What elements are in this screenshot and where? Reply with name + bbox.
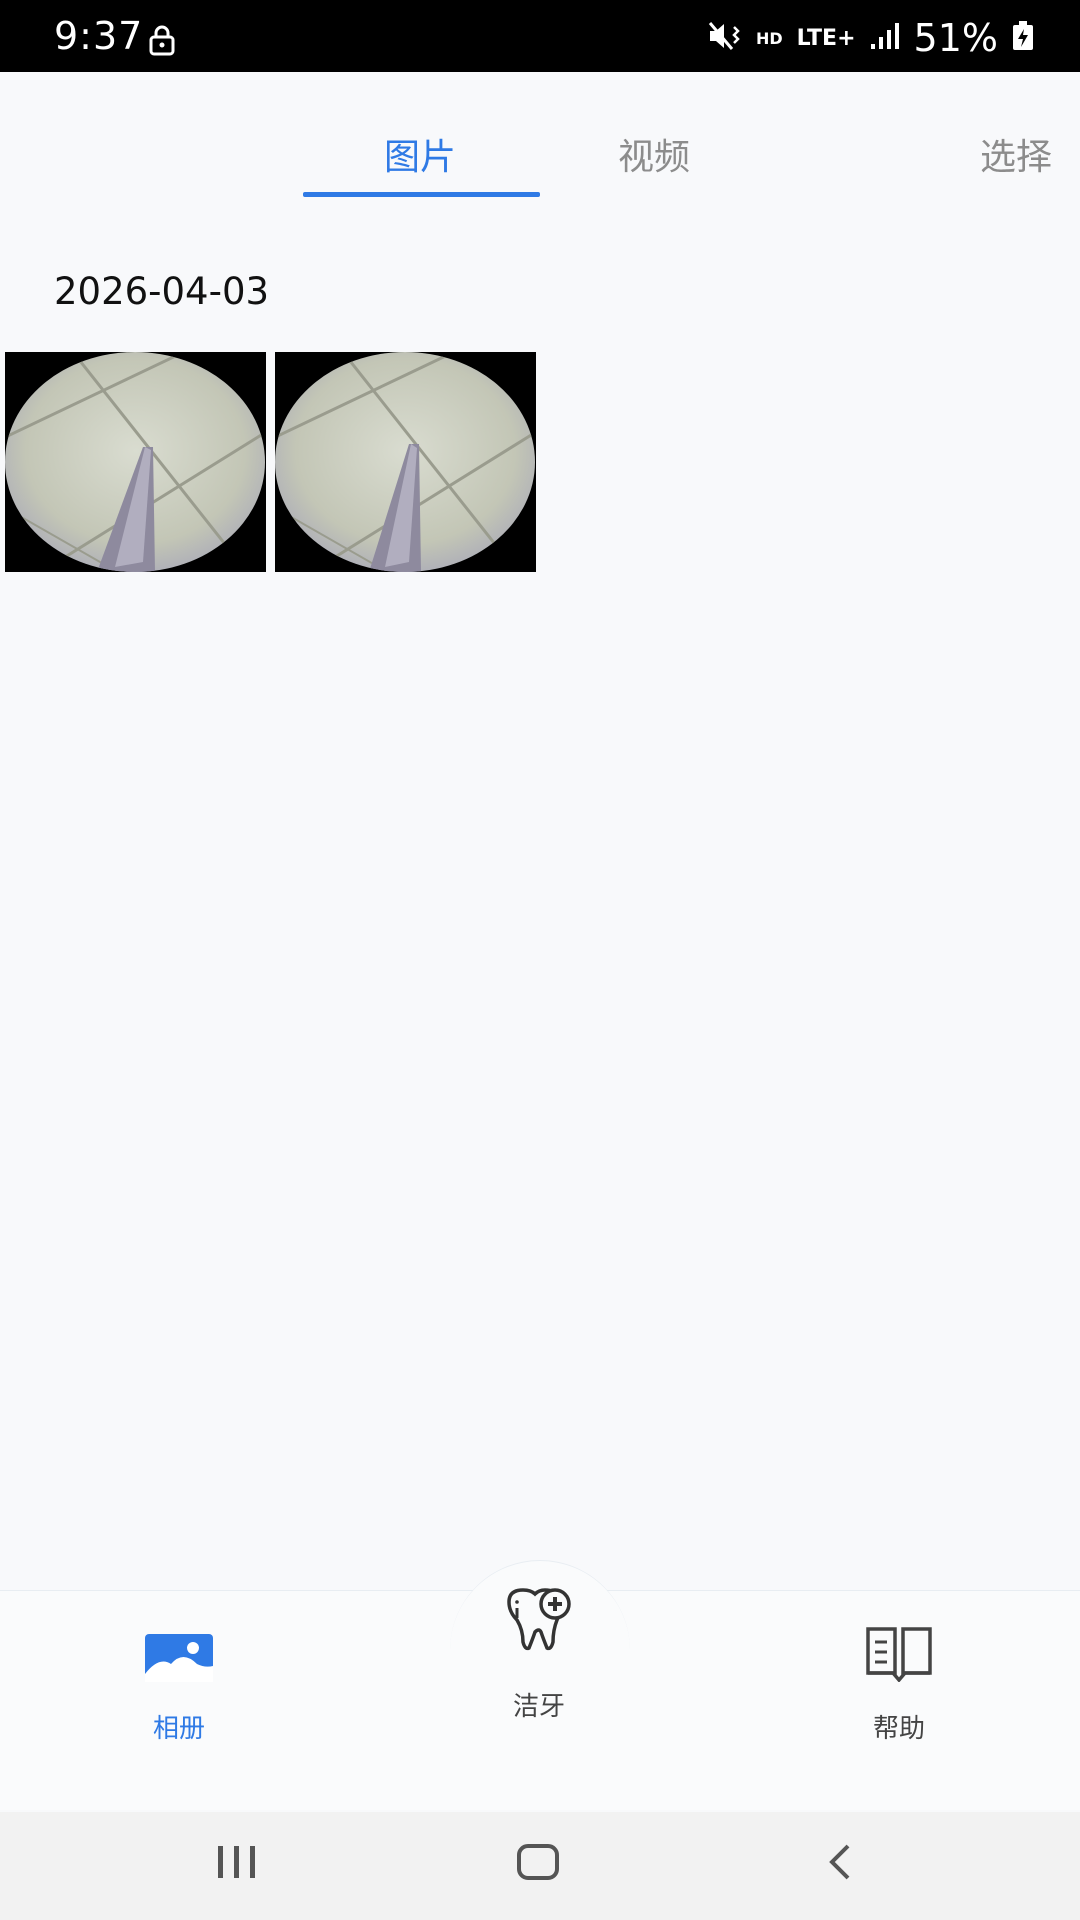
recent-apps-icon[interactable] xyxy=(216,1842,258,1886)
endoscope-photo-icon xyxy=(5,352,266,572)
photo-thumbnail[interactable] xyxy=(5,352,266,572)
back-icon[interactable] xyxy=(826,1842,854,1886)
book-icon xyxy=(819,1620,979,1682)
nav-clean-teeth-label: 洁牙 xyxy=(512,1692,565,1722)
status-icons: HD LTE+ 51% xyxy=(708,16,1034,60)
endoscope-photo-icon xyxy=(275,352,536,572)
active-tab-indicator xyxy=(303,192,540,197)
nav-help[interactable]: 帮助 xyxy=(819,1620,979,1745)
lock-icon xyxy=(148,24,176,60)
hd-indicator: HD xyxy=(756,28,783,48)
status-time: 9:37 xyxy=(54,14,144,58)
mute-vibrate-icon xyxy=(708,21,742,55)
battery-charging-icon xyxy=(1012,21,1034,55)
select-button[interactable]: 选择 xyxy=(980,128,1052,180)
nav-album[interactable]: 相册 xyxy=(99,1620,259,1745)
app-screen: 9:37 HD LTE+ 51% 图片 视频 选择 2026-04-03 相册 … xyxy=(0,0,1080,1920)
home-icon[interactable] xyxy=(516,1842,560,1886)
nav-clean-teeth[interactable]: 洁牙 xyxy=(459,1588,619,1723)
system-navigation-bar xyxy=(0,1812,1080,1920)
battery-percent: 51% xyxy=(913,16,998,60)
image-icon xyxy=(99,1620,259,1682)
tooth-icon xyxy=(459,1588,619,1652)
status-bar: 9:37 HD LTE+ 51% xyxy=(0,0,1080,72)
network-indicator: LTE+ xyxy=(796,25,856,51)
photo-thumbnail[interactable] xyxy=(275,352,536,572)
tab-videos[interactable]: 视频 xyxy=(618,128,690,180)
nav-help-label: 帮助 xyxy=(872,1714,925,1744)
date-group-label: 2026-04-03 xyxy=(54,270,270,313)
signal-icon xyxy=(870,22,900,54)
nav-album-label: 相册 xyxy=(152,1714,205,1744)
tab-pictures[interactable]: 图片 xyxy=(384,128,456,180)
